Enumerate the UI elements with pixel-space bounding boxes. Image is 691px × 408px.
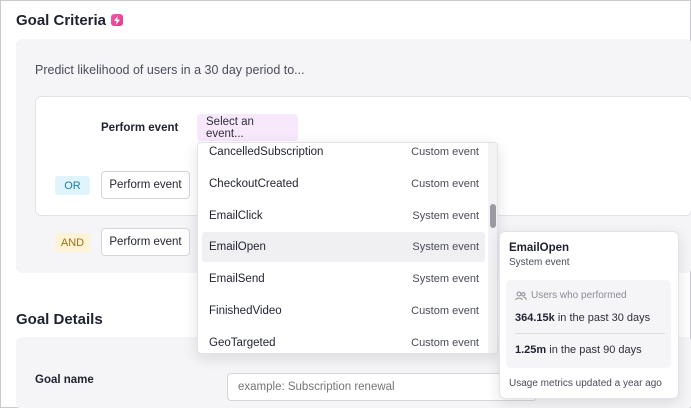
dropdown-item-name: GeoTargeted — [209, 337, 276, 349]
metric-30-days-value: 364.15k — [515, 312, 555, 324]
metric-30-days: 364.15k in the past 30 days — [515, 312, 650, 324]
dropdown-item-name: FinishedVideo — [209, 305, 282, 317]
dropdown-item-type: Custom event — [411, 337, 479, 349]
or-badge: OR — [55, 176, 90, 195]
dropdown-item-name: EmailClick — [209, 210, 263, 222]
dropdown-item-name: CancelledSubscription — [209, 146, 324, 158]
dropdown-scroll-thumb[interactable] — [490, 204, 496, 228]
and-perform-event-button[interactable]: Perform event — [101, 228, 190, 256]
dropdown-item-type: Custom event — [411, 178, 479, 190]
metric-30-days-text: in the past 30 days — [557, 312, 651, 324]
dropdown-item-type: Custom event — [411, 146, 479, 158]
dropdown-item-name: CheckoutCreated — [209, 178, 299, 190]
event-select[interactable]: Select an event... — [197, 114, 298, 141]
goal-name-label: Goal name — [35, 374, 94, 386]
users-who-performed-label: Users who performed — [531, 290, 627, 301]
perform-event-label: Perform event — [101, 122, 179, 134]
goal-name-input[interactable] — [227, 373, 537, 401]
dropdown-item-finishedvideo[interactable]: FinishedVideo Custom event — [202, 296, 485, 326]
usage-updated-note: Usage metrics updated a year ago — [509, 378, 662, 389]
users-icon — [515, 291, 527, 301]
metric-90-days-value: 1.25m — [515, 344, 547, 356]
info-card-subtitle: System event — [509, 257, 570, 268]
dropdown-item-emailopen[interactable]: EmailOpen System event — [202, 232, 485, 262]
dropdown-item-type: System event — [412, 241, 479, 253]
usage-metrics-box: Users who performed 364.15k in the past … — [506, 280, 671, 368]
goal-criteria-title: Goal Criteria — [16, 12, 107, 29]
dropdown-item-cancelledsubscription[interactable]: CancelledSubscription Custom event — [202, 143, 485, 167]
dropdown-item-type: System event — [412, 210, 479, 222]
dropdown-item-name: EmailSend — [209, 273, 265, 285]
metric-90-days-text: in the past 90 days — [549, 344, 642, 356]
and-badge: AND — [55, 233, 90, 252]
dropdown-item-checkoutcreated[interactable]: CheckoutCreated Custom event — [202, 169, 485, 199]
bolt-icon — [111, 14, 123, 26]
dropdown-item-type: System event — [412, 273, 479, 285]
event-info-card: EmailOpen System event Users who perform… — [499, 231, 679, 399]
or-perform-event-button[interactable]: Perform event — [101, 171, 190, 199]
dropdown-item-emailclick[interactable]: EmailClick System event — [202, 201, 485, 231]
info-card-title: EmailOpen — [509, 242, 570, 254]
dropdown-item-name: EmailOpen — [209, 241, 266, 253]
dropdown-item-emailsend[interactable]: EmailSend System event — [202, 264, 485, 294]
dropdown-scrollbar[interactable] — [488, 143, 497, 353]
criteria-prompt: Predict likelihood of users in a 30 day … — [35, 63, 305, 77]
dropdown-item-type: Custom event — [411, 305, 479, 317]
metric-90-days: 1.25m in the past 90 days — [515, 344, 642, 356]
goal-details-title: Goal Details — [16, 311, 103, 328]
dropdown-item-geotargeted[interactable]: GeoTargeted Custom event — [202, 328, 485, 353]
event-dropdown: CancelledSubscription Custom event Check… — [197, 142, 498, 354]
metrics-divider — [515, 333, 665, 334]
